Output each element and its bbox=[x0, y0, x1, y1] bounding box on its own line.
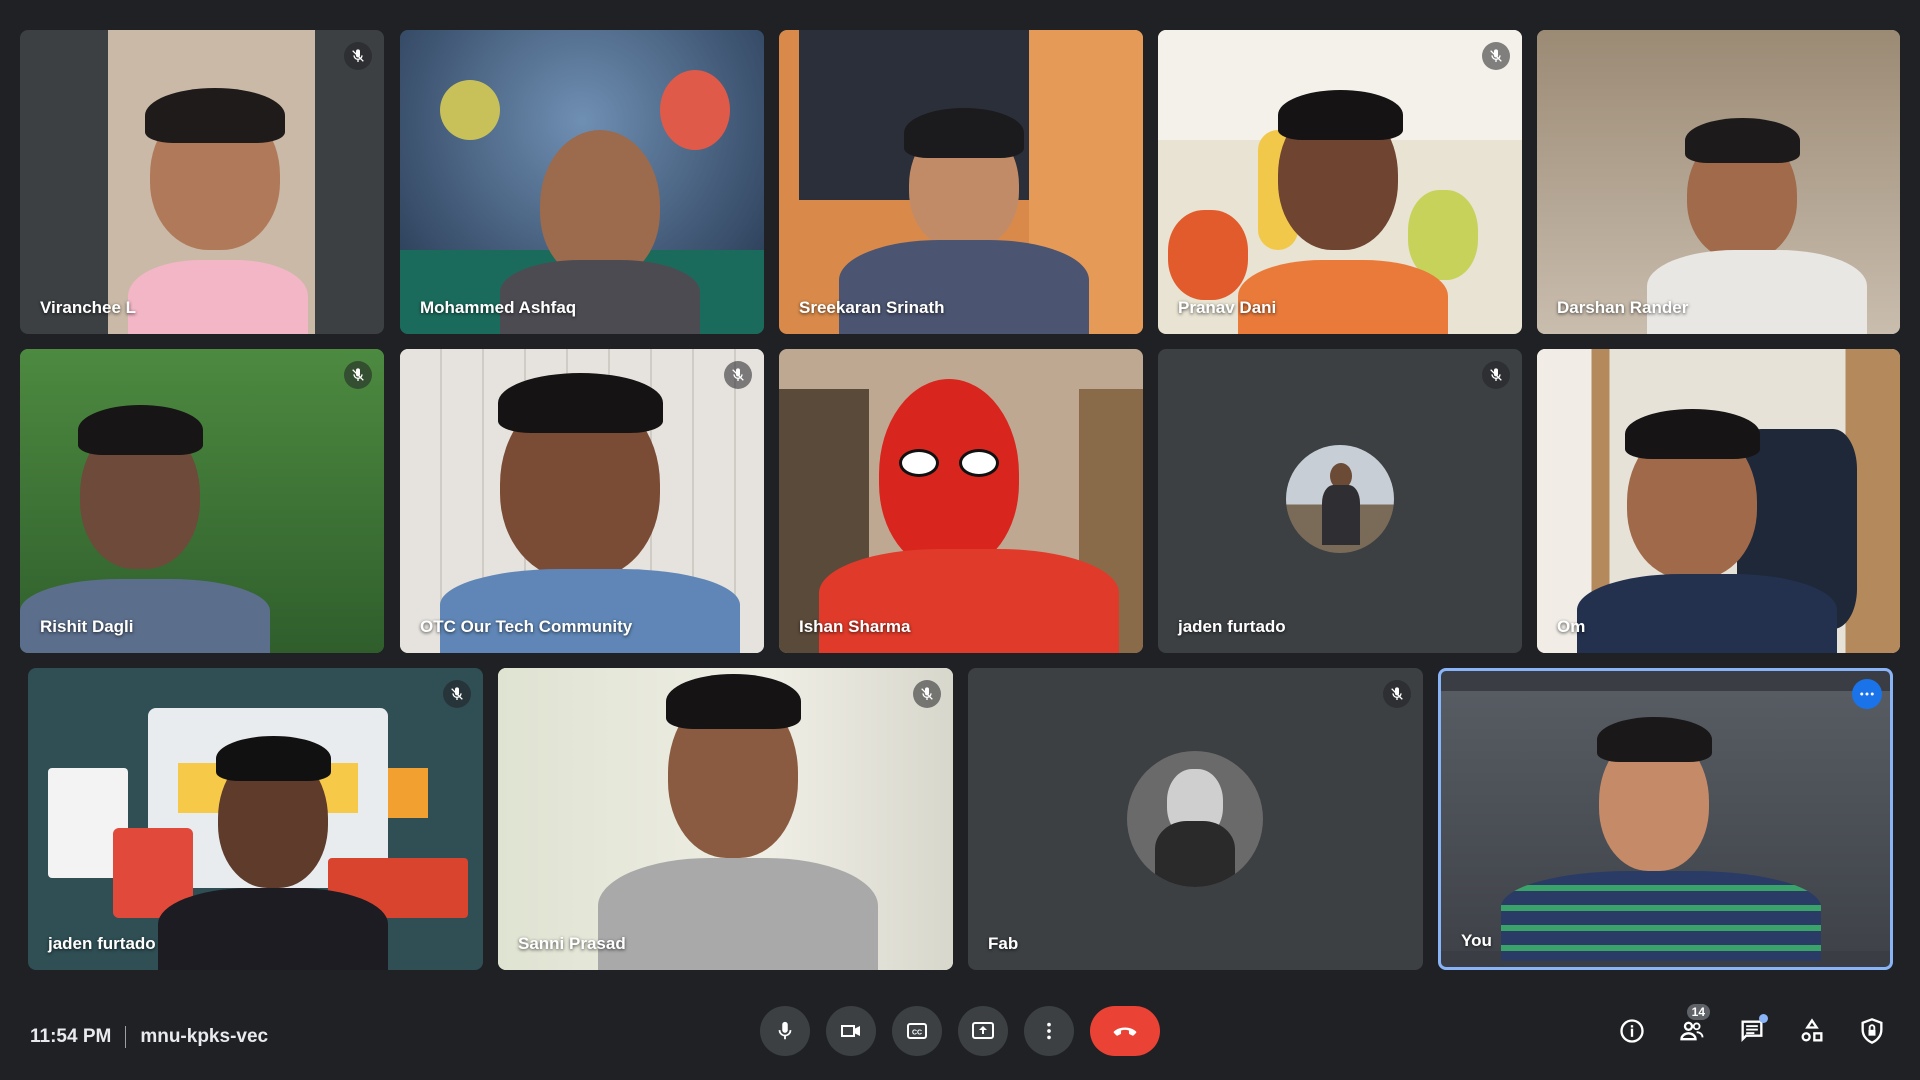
participant-tile-sreekaran-srinath[interactable]: Sreekaran Srinath bbox=[779, 30, 1143, 334]
video-feed bbox=[400, 30, 764, 334]
participant-name: Rishit Dagli bbox=[40, 617, 134, 636]
participant-count-badge: 14 bbox=[1686, 1004, 1710, 1020]
participant-tile-darshan-rander[interactable]: Darshan Rander bbox=[1537, 30, 1900, 334]
participant-tile-fab[interactable]: Fab bbox=[968, 668, 1423, 970]
mic-icon bbox=[778, 1021, 792, 1040]
call-controls: CC bbox=[760, 1006, 1160, 1056]
host-controls-button[interactable] bbox=[1852, 1010, 1892, 1052]
participant-tile-jaden-furtado-video[interactable]: jaden furtado bbox=[28, 668, 483, 970]
meeting-code: mnu-kpks-vec bbox=[140, 1026, 269, 1047]
participant-name: Sanni Prasad bbox=[518, 934, 626, 953]
mic-off-icon bbox=[724, 361, 752, 389]
mic-off-icon bbox=[344, 42, 372, 70]
participant-name: Pranav Dani bbox=[1178, 298, 1277, 317]
participant-tile-mohammed-ashfaq[interactable]: Mohammed Ashfaq bbox=[400, 30, 764, 334]
meeting-details: 11:54 PM mnu-kpks-vec bbox=[30, 1026, 268, 1048]
mic-off-icon bbox=[443, 680, 471, 708]
participant-tile-you[interactable]: You bbox=[1438, 668, 1893, 970]
meeting-time: 11:54 PM bbox=[30, 1026, 112, 1047]
mic-off-icon bbox=[1482, 361, 1510, 389]
activities-button[interactable] bbox=[1792, 1010, 1832, 1052]
video-feed bbox=[1537, 349, 1900, 653]
video-feed bbox=[1441, 671, 1890, 967]
more-vert-icon bbox=[1047, 1022, 1051, 1040]
participant-name: You bbox=[1461, 931, 1492, 950]
participant-tile-sanni-prasad[interactable]: Sanni Prasad bbox=[498, 668, 953, 970]
side-panel-controls: 14 bbox=[1612, 1004, 1892, 1052]
video-feed bbox=[498, 668, 953, 970]
videocam-icon bbox=[841, 1025, 860, 1037]
participant-tile-otc[interactable]: OTC Our Tech Community bbox=[400, 349, 764, 653]
video-feed bbox=[779, 349, 1143, 653]
video-feed bbox=[779, 30, 1143, 334]
participant-name: Ishan Sharma bbox=[799, 617, 911, 636]
mic-button[interactable] bbox=[760, 1006, 810, 1056]
meeting-details-button[interactable] bbox=[1612, 1010, 1652, 1052]
separator bbox=[125, 1026, 127, 1048]
new-message-indicator bbox=[1759, 1014, 1768, 1023]
mic-off-icon bbox=[913, 680, 941, 708]
mic-off-icon bbox=[1383, 680, 1411, 708]
participant-name: OTC Our Tech Community bbox=[420, 617, 633, 636]
video-feed bbox=[1158, 30, 1522, 334]
avatar bbox=[1127, 751, 1263, 887]
participant-name: Sreekaran Srinath bbox=[799, 298, 945, 317]
avatar bbox=[1286, 445, 1394, 553]
participant-name: jaden furtado bbox=[1178, 617, 1286, 636]
video-feed bbox=[20, 30, 384, 334]
participant-name: jaden furtado bbox=[48, 934, 156, 953]
call-end-icon bbox=[1113, 1027, 1137, 1036]
participant-name: Darshan Rander bbox=[1557, 298, 1689, 317]
mic-off-icon bbox=[1482, 42, 1510, 70]
info-icon bbox=[1620, 1019, 1644, 1043]
people-button[interactable]: 14 bbox=[1672, 1004, 1712, 1052]
chat-button[interactable] bbox=[1732, 1010, 1772, 1052]
closed-caption-icon: CC bbox=[907, 1023, 927, 1039]
bottom-toolbar: 11:54 PM mnu-kpks-vec CC 14 bbox=[0, 990, 1920, 1080]
participant-name: Om bbox=[1557, 617, 1586, 636]
participant-tile-viranchee[interactable]: Viranchee L bbox=[20, 30, 384, 334]
present-button[interactable] bbox=[958, 1006, 1008, 1056]
mic-off-icon bbox=[344, 361, 372, 389]
participant-name: Fab bbox=[988, 934, 1019, 953]
participant-tile-pranav-dani[interactable]: Pranav Dani bbox=[1158, 30, 1522, 334]
present-screen-icon bbox=[972, 1022, 994, 1039]
video-feed bbox=[400, 349, 764, 653]
participant-name: Mohammed Ashfaq bbox=[420, 298, 577, 317]
participant-tile-om[interactable]: Om bbox=[1537, 349, 1900, 653]
video-feed bbox=[20, 349, 384, 653]
participant-name: Viranchee L bbox=[40, 298, 137, 317]
participant-tile-ishan-sharma[interactable]: Ishan Sharma bbox=[779, 349, 1143, 653]
participant-tile-rishit-dagli[interactable]: Rishit Dagli bbox=[20, 349, 384, 653]
camera-button[interactable] bbox=[826, 1006, 876, 1056]
more-options-button[interactable] bbox=[1024, 1006, 1074, 1056]
people-icon bbox=[1680, 1021, 1704, 1041]
video-feed bbox=[28, 668, 483, 970]
captions-button[interactable]: CC bbox=[892, 1006, 942, 1056]
video-feed bbox=[1537, 30, 1900, 334]
participant-grid: Viranchee L Mohammed Ashfaq Sreekaran Sr… bbox=[0, 0, 1920, 990]
end-call-button[interactable] bbox=[1090, 1006, 1160, 1056]
more-options-icon[interactable] bbox=[1852, 679, 1882, 709]
activities-icon bbox=[1801, 1018, 1823, 1042]
svg-text:CC: CC bbox=[912, 1030, 922, 1037]
participant-tile-jaden-furtado-avatar[interactable]: jaden furtado bbox=[1158, 349, 1522, 653]
host-controls-icon bbox=[1861, 1018, 1883, 1044]
